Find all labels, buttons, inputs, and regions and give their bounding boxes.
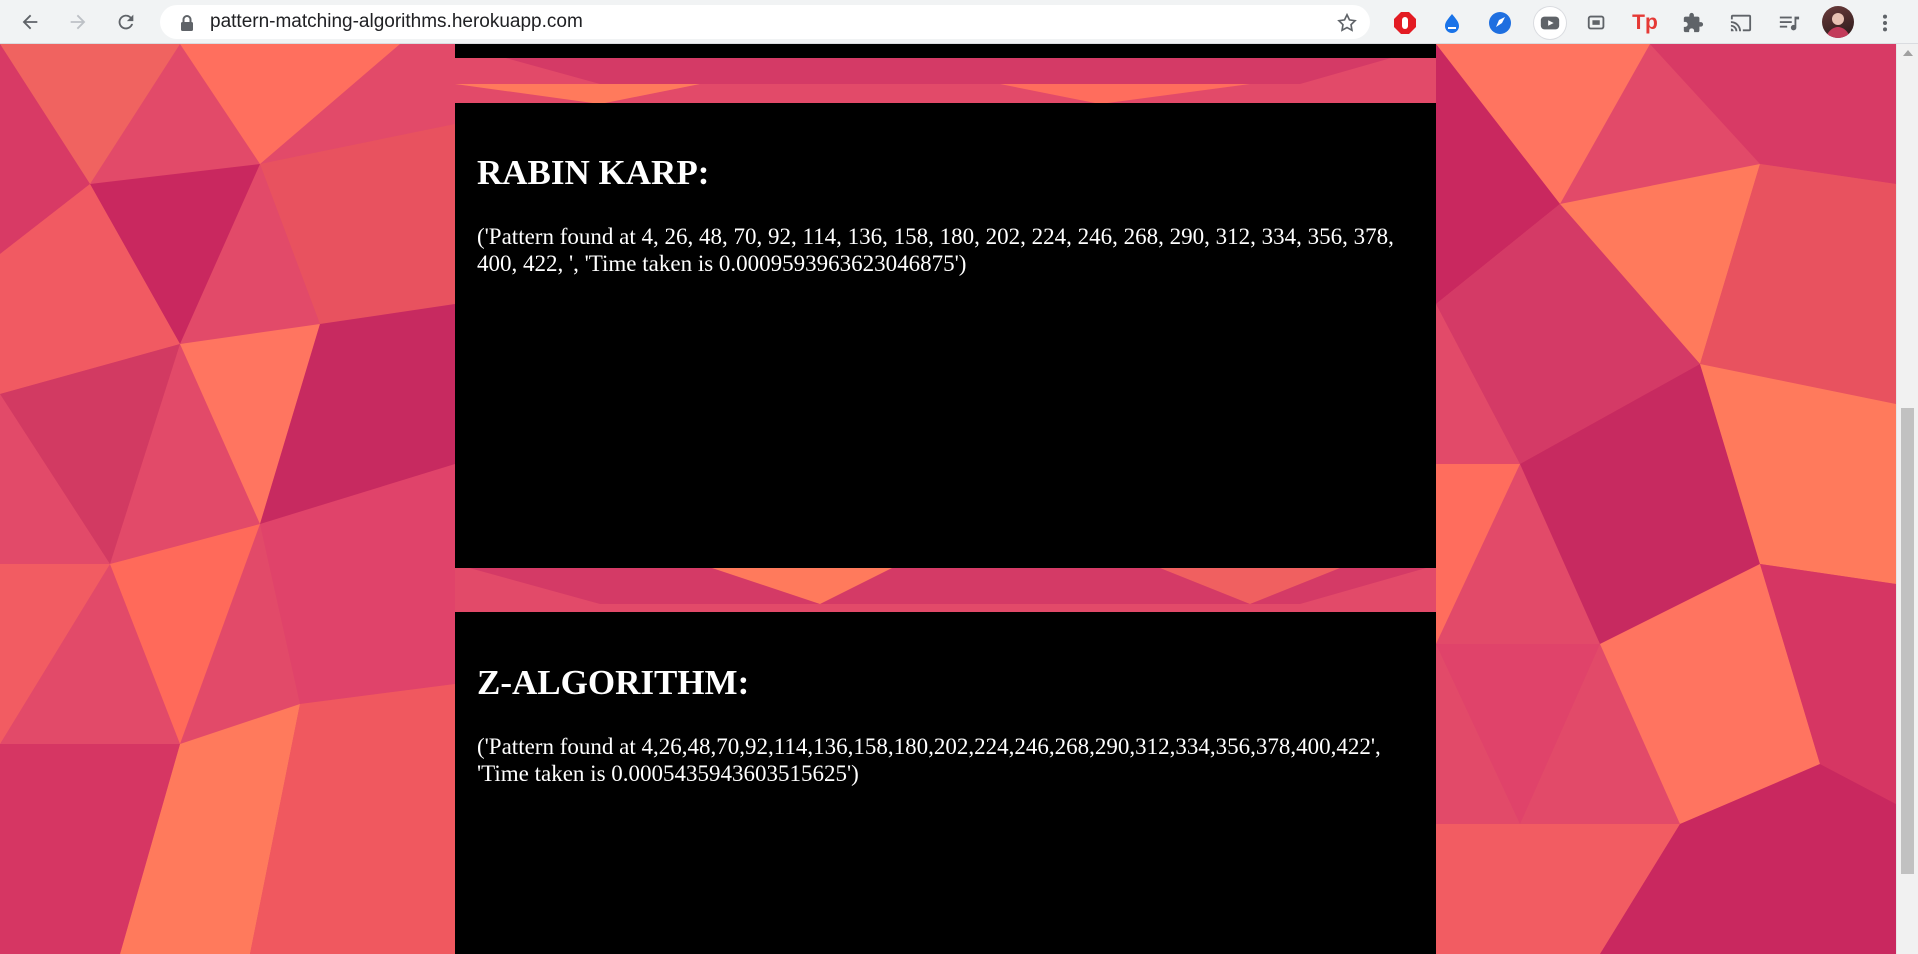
menu-icon[interactable] [1872, 10, 1898, 36]
page-viewport: RABIN KARP: ('Pattern found at 4, 26, 48… [0, 44, 1896, 954]
scrollbar-thumb[interactable] [1901, 408, 1914, 874]
avatar[interactable] [1822, 6, 1854, 38]
tp-extension-icon[interactable]: Tp [1632, 10, 1658, 36]
screen-extension-icon[interactable] [1584, 10, 1610, 36]
rabin-karp-card: RABIN KARP: ('Pattern found at 4, 26, 48… [455, 103, 1436, 568]
reload-icon [118, 14, 134, 30]
puzzle-icon[interactable] [1680, 10, 1706, 36]
cast-icon[interactable] [1728, 10, 1754, 36]
z-algorithm-card: Z-ALGORITHM: ('Pattern found at 4,26,48,… [455, 612, 1436, 954]
previous-result-card [455, 44, 1436, 58]
bookmark-star-icon[interactable] [1336, 12, 1358, 34]
back-button[interactable] [14, 6, 46, 38]
cloud-extension-icon[interactable] [1439, 10, 1465, 36]
rocket-extension-icon[interactable] [1487, 10, 1513, 36]
video-extension-icon[interactable] [1534, 7, 1566, 39]
reading-list-icon[interactable] [1776, 10, 1802, 36]
scroll-up-arrow-icon[interactable] [1903, 50, 1913, 56]
arrow-left-icon [22, 14, 38, 30]
rabin-karp-result: ('Pattern found at 4, 26, 48, 70, 92, 11… [477, 224, 1394, 276]
url-text[interactable]: pattern-matching-algorithms.herokuapp.co… [210, 5, 583, 39]
reload-button[interactable] [110, 6, 142, 38]
adblock-icon[interactable] [1392, 10, 1418, 36]
forward-button[interactable] [62, 6, 94, 38]
rabin-karp-title: RABIN KARP: [477, 153, 710, 192]
page-scrollbar[interactable] [1896, 44, 1918, 954]
arrow-right-icon [70, 14, 86, 30]
z-algorithm-title: Z-ALGORITHM: [477, 663, 750, 702]
address-bar[interactable]: pattern-matching-algorithms.herokuapp.co… [160, 5, 1370, 39]
lock-icon [181, 15, 193, 31]
browser-toolbar: pattern-matching-algorithms.herokuapp.co… [0, 0, 1918, 44]
z-algorithm-result: ('Pattern found at 4,26,48,70,92,114,136… [477, 734, 1381, 786]
